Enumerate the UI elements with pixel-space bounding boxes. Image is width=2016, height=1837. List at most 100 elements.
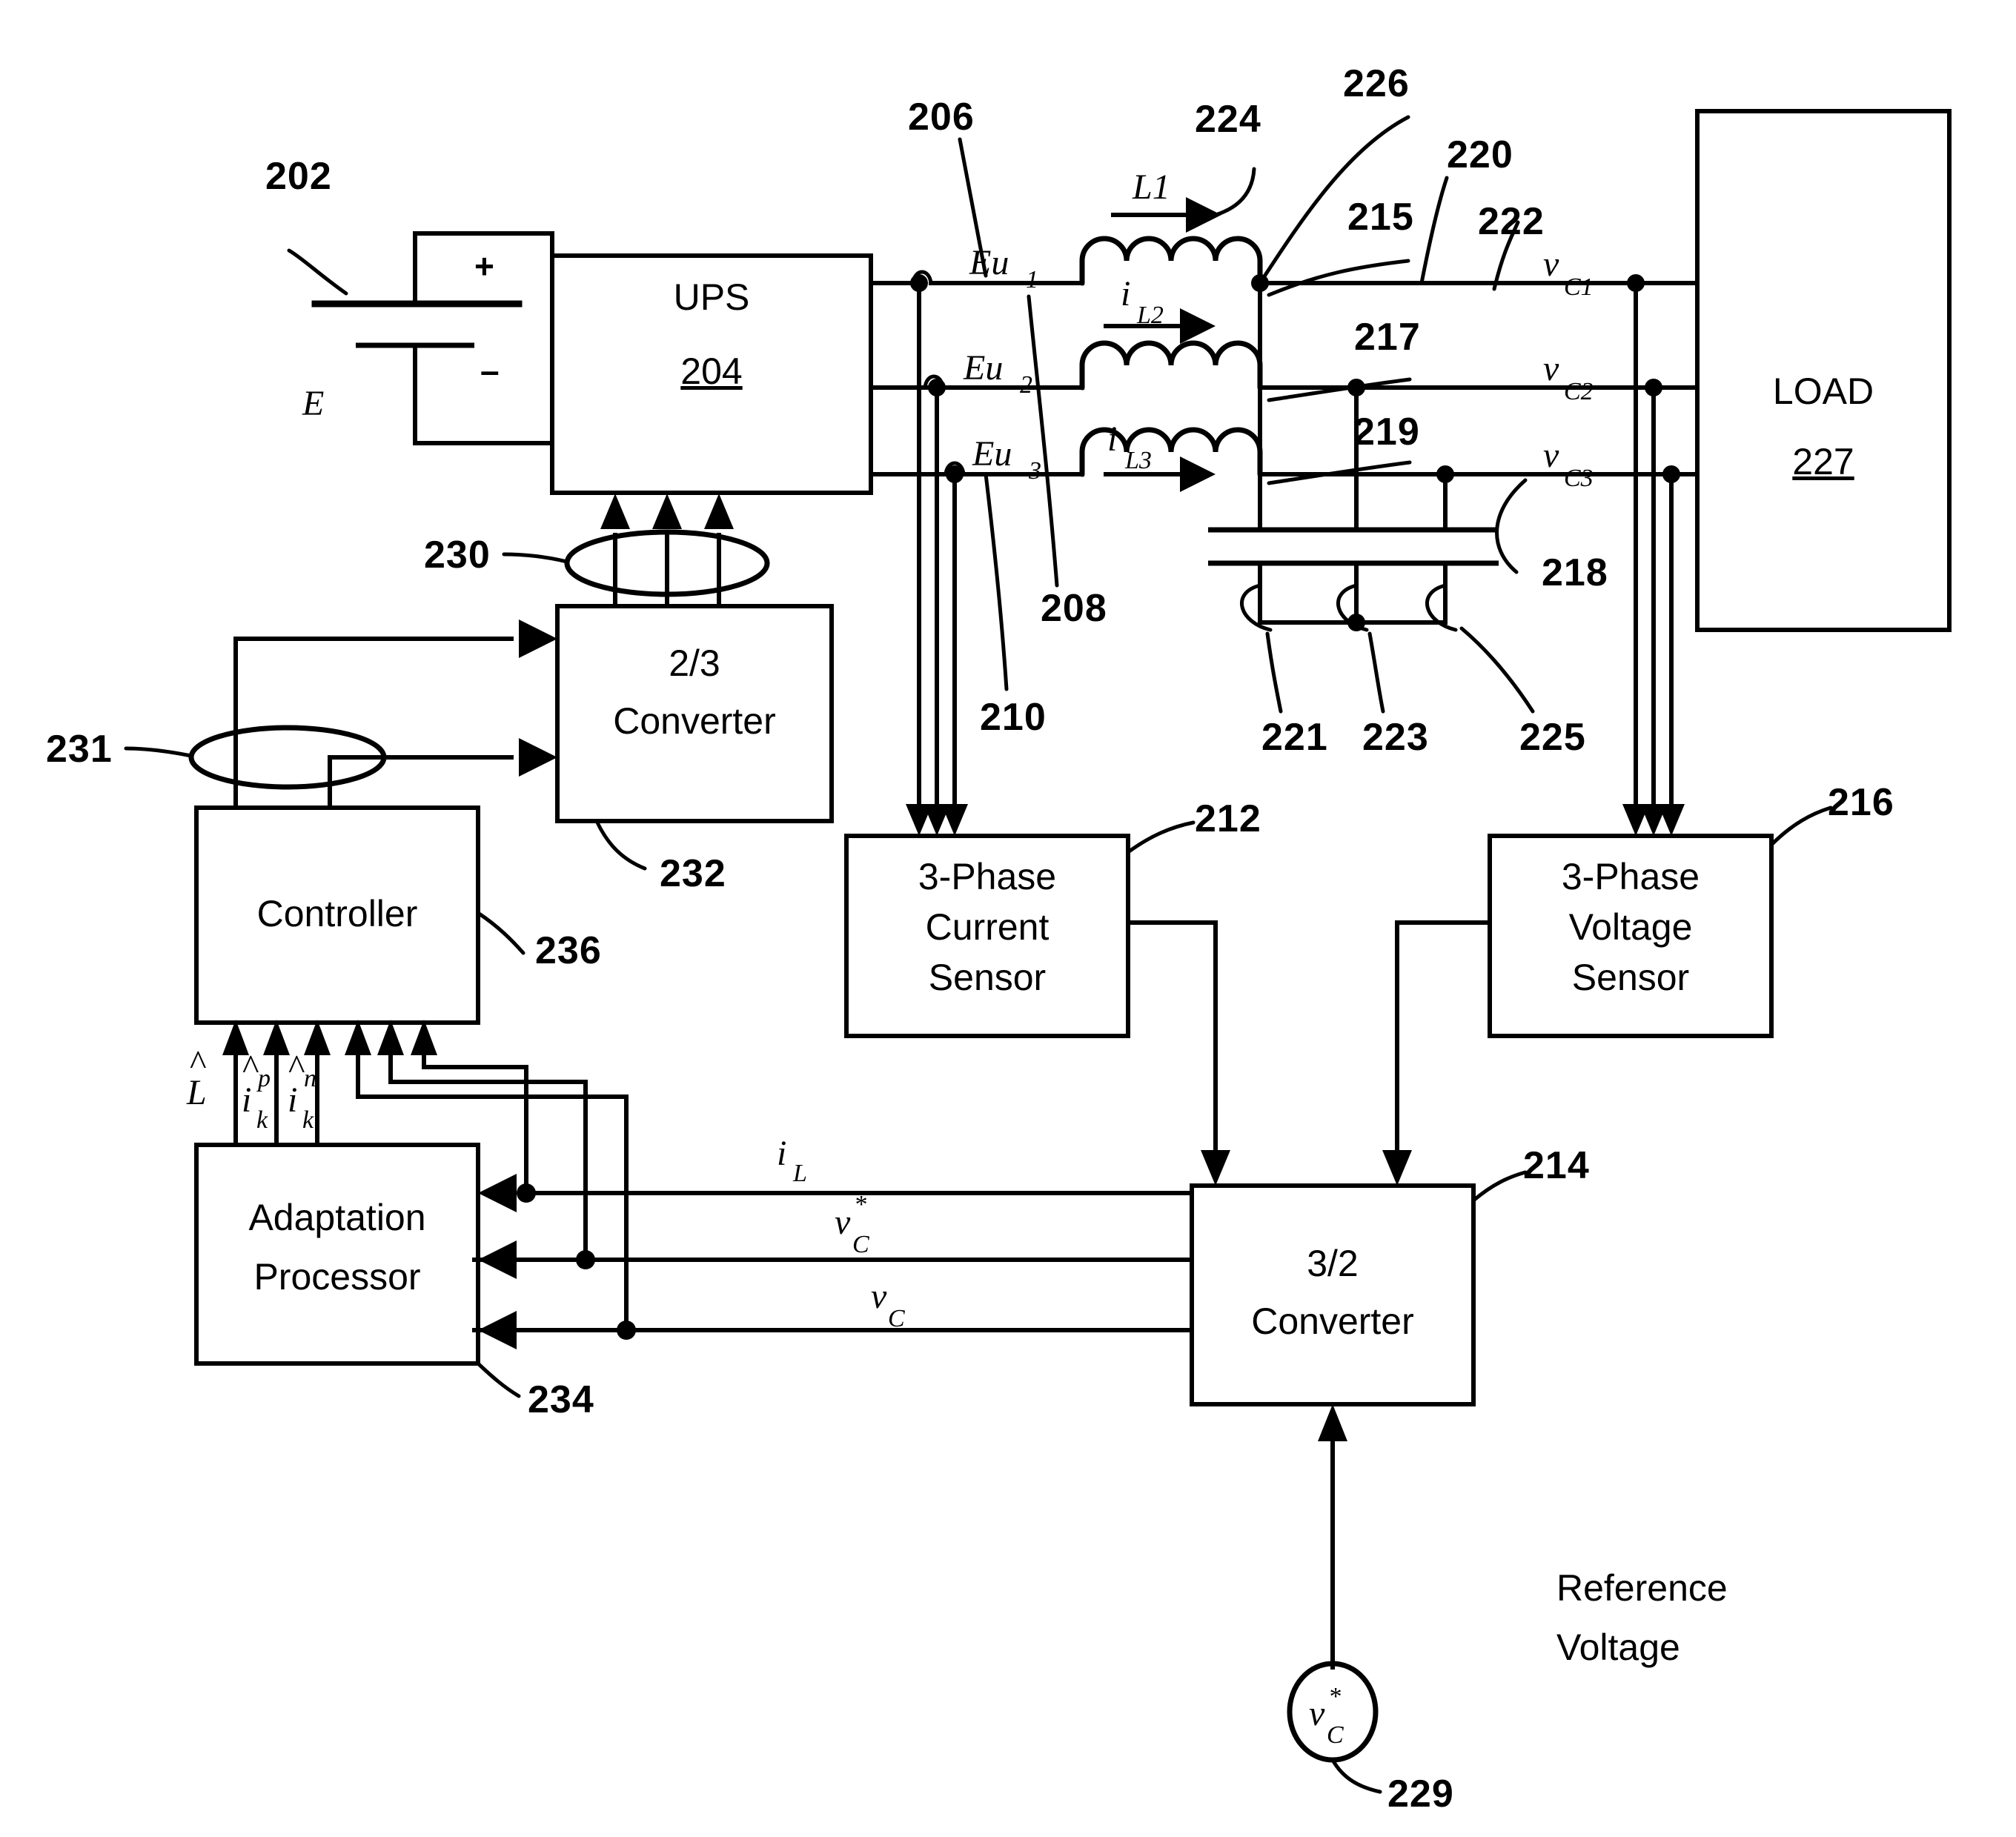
eu2-main: Eu bbox=[963, 348, 1003, 388]
eu2-sub: 2 bbox=[1020, 371, 1032, 399]
refv-symbol-sub: C bbox=[1327, 1721, 1344, 1749]
eu3-main: Eu bbox=[972, 434, 1012, 474]
vC-main: v bbox=[871, 1277, 887, 1316]
ref-220: 220 bbox=[1447, 133, 1513, 176]
estimate-signal-L: L ^ bbox=[186, 1043, 207, 1112]
vC2-sub: C2 bbox=[1564, 378, 1594, 405]
ikn-caret: ^ bbox=[288, 1048, 305, 1087]
battery-source bbox=[287, 231, 554, 445]
iL2-sub: L2 bbox=[1136, 302, 1164, 329]
bus-indicator-231 bbox=[124, 619, 557, 810]
capacitor-218 bbox=[1393, 527, 1499, 625]
ref-218: 218 bbox=[1542, 551, 1608, 594]
ref-208: 208 bbox=[1041, 587, 1107, 630]
vC2-main: v bbox=[1543, 349, 1559, 388]
cap-voltage-1: v C1 bbox=[1543, 245, 1594, 301]
current-sensor-line1: 3-Phase bbox=[918, 856, 1056, 897]
ref-224: 224 bbox=[1195, 98, 1261, 141]
reference-voltage-source[interactable]: v C * bbox=[1287, 1404, 1382, 1794]
converter-23-line1: 2/3 bbox=[669, 642, 720, 684]
ref-221: 221 bbox=[1261, 716, 1328, 759]
bus-indicator-230 bbox=[502, 494, 770, 608]
vCstar-sub: C bbox=[852, 1231, 869, 1258]
phase-label-3: Eu 3 bbox=[972, 434, 1041, 485]
ref-234: 234 bbox=[528, 1378, 594, 1421]
iL3-main: i bbox=[1107, 419, 1117, 459]
capacitor-221 bbox=[1208, 527, 1313, 625]
voltage-sensor-line1: 3-Phase bbox=[1562, 856, 1700, 897]
signal-line-vC: v C bbox=[356, 1049, 1194, 1349]
current-sense-bus bbox=[906, 274, 968, 836]
ref-223: 223 bbox=[1362, 716, 1429, 759]
vCstar-main: v bbox=[835, 1203, 851, 1242]
iL2-main: i bbox=[1121, 274, 1130, 313]
iL3-sub: L3 bbox=[1124, 447, 1152, 474]
load-label: LOAD bbox=[1773, 371, 1874, 412]
controller-label: Controller bbox=[257, 893, 418, 934]
phase-label-1: Eu 1 bbox=[969, 243, 1038, 293]
current-arrow-L2: i L2 bbox=[1104, 274, 1216, 344]
battery-minus: – bbox=[480, 351, 500, 390]
eu1-main: Eu bbox=[969, 243, 1009, 282]
battery-label-E: E bbox=[302, 384, 324, 423]
ref-215: 215 bbox=[1347, 196, 1414, 239]
ref-206: 206 bbox=[908, 96, 975, 139]
battery-plus: + bbox=[474, 247, 494, 285]
voltage-sensor-line3: Sensor bbox=[1572, 957, 1689, 998]
Lhat-caret: ^ bbox=[189, 1043, 206, 1083]
circuit-diagram: 202 E + – UPS 204 206 Eu 1 Eu 2 Eu 3 208… bbox=[46, 62, 1952, 1816]
capacitor-223 bbox=[1304, 527, 1410, 625]
ref-210: 210 bbox=[980, 696, 1047, 739]
inductor-L1 bbox=[1079, 236, 1263, 286]
eu1-sub: 1 bbox=[1026, 266, 1038, 293]
voltage-sensor-line2: Voltage bbox=[1569, 906, 1693, 948]
ikp-sub: k bbox=[256, 1106, 268, 1134]
converter-32-block[interactable] bbox=[1190, 1183, 1476, 1406]
ikp-caret: ^ bbox=[242, 1048, 259, 1087]
eu3-sub: 3 bbox=[1028, 457, 1041, 485]
inductor-L2 bbox=[1079, 340, 1263, 391]
ref-231: 231 bbox=[46, 728, 113, 771]
converter-32-line1: 3/2 bbox=[1307, 1243, 1359, 1284]
iL-signal-sub: L bbox=[792, 1160, 807, 1187]
adaptation-line1: Adaptation bbox=[248, 1197, 425, 1238]
iL-signal-main: i bbox=[777, 1134, 786, 1173]
ref-226: 226 bbox=[1343, 62, 1410, 105]
vC1-main: v bbox=[1543, 245, 1559, 284]
signal-line-iL: i L bbox=[422, 1049, 1194, 1212]
current-sensor-line2: Current bbox=[926, 906, 1050, 948]
adaptation-processor-block[interactable] bbox=[194, 1143, 480, 1366]
current-sensor-line3: Sensor bbox=[929, 957, 1046, 998]
voltage-sense-bus bbox=[1622, 274, 1685, 836]
ikp-sup: p bbox=[256, 1065, 271, 1092]
ref-222: 222 bbox=[1478, 200, 1545, 243]
ref-202: 202 bbox=[265, 155, 332, 198]
ref-214: 214 bbox=[1523, 1144, 1590, 1187]
phase-label-2: Eu 2 bbox=[963, 348, 1032, 399]
refv-symbol-star: * bbox=[1328, 1683, 1341, 1710]
converter-32-line2: Converter bbox=[1251, 1300, 1414, 1342]
ref-216: 216 bbox=[1828, 781, 1894, 824]
figure-canvas: 202 E + – UPS 204 206 Eu 1 Eu 2 Eu 3 208… bbox=[0, 0, 2016, 1837]
ups-ref: 204 bbox=[680, 351, 742, 392]
current-arrow-L1: L1 bbox=[1111, 167, 1221, 233]
ref-229: 229 bbox=[1387, 1773, 1454, 1816]
cap-voltage-2: v C2 bbox=[1543, 349, 1594, 405]
converter-23-line2: Converter bbox=[613, 700, 776, 742]
ref-219: 219 bbox=[1353, 411, 1420, 454]
ref-212: 212 bbox=[1195, 797, 1261, 840]
ikn-sub: k bbox=[302, 1106, 314, 1134]
cap-voltage-3: v C3 bbox=[1543, 436, 1594, 492]
iL1-label: L1 bbox=[1132, 167, 1170, 207]
ref-232: 232 bbox=[660, 852, 726, 895]
ups-label: UPS bbox=[674, 276, 750, 318]
ref-236: 236 bbox=[535, 929, 602, 972]
reference-voltage-line2: Voltage bbox=[1556, 1627, 1680, 1668]
refv-symbol-main: v bbox=[1309, 1694, 1325, 1733]
vC3-main: v bbox=[1543, 436, 1559, 475]
ref-230: 230 bbox=[424, 534, 491, 577]
vC-sub: C bbox=[888, 1305, 905, 1332]
vCstar-star: * bbox=[854, 1191, 866, 1218]
estimate-signal-ikp: i ^ p k bbox=[242, 1048, 271, 1134]
ikn-sup: n bbox=[304, 1065, 316, 1092]
